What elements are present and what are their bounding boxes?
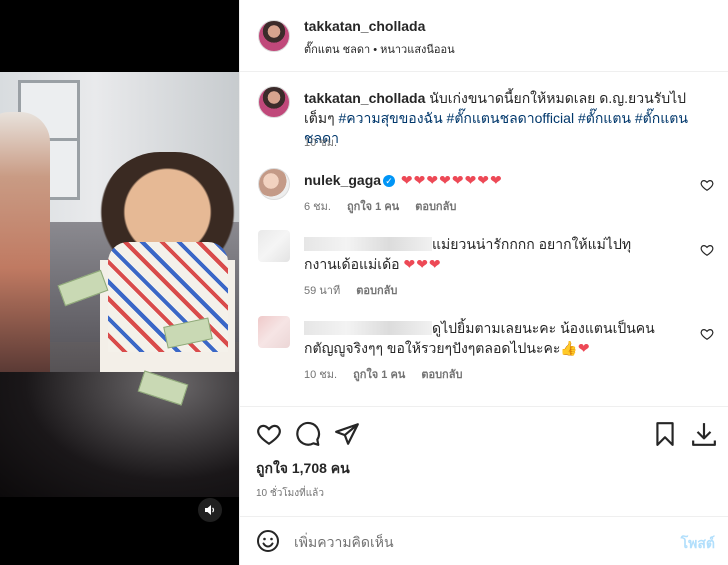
comment-meta: 6 ชม. ถูกใจ 1 คน ตอบกลับ [304, 197, 456, 215]
like-icon[interactable] [256, 421, 282, 447]
share-icon[interactable] [334, 421, 360, 447]
post-header: takkatan_chollada ตั๊กแตน ชลดา • หนาวแสง… [240, 0, 728, 72]
comment-text: แม่ยวนน่ารักกกก อยากให้แม่ไปทุกงานเด้อแม… [304, 234, 684, 274]
caption-avatar[interactable] [258, 86, 290, 118]
download-icon[interactable] [691, 421, 717, 447]
comment-hearts: ❤ [577, 340, 591, 356]
likes-count[interactable]: ถูกใจ 1,708 คน [256, 458, 350, 480]
commenter-username-blurred [304, 237, 432, 251]
post-comment-button[interactable]: โพสต์ [681, 533, 715, 555]
comment-icon[interactable] [295, 421, 321, 447]
caption-text: takkatan_chollada นับเก่งขนาดนี้ยกให้หมด… [304, 88, 704, 148]
caption-username[interactable]: takkatan_chollada [304, 90, 425, 106]
heart-outline-icon[interactable] [700, 243, 714, 257]
commenter-avatar[interactable] [258, 168, 290, 200]
comment-input[interactable] [294, 531, 664, 553]
comment-hearts: ❤❤❤ [403, 256, 442, 272]
emoji-icon[interactable] [256, 529, 280, 553]
comment-likes[interactable]: ถูกใจ 1 คน [347, 197, 399, 215]
author-username[interactable]: takkatan_chollada [304, 18, 425, 34]
add-comment-bar: โพสต์ [240, 516, 728, 565]
comment-meta: 59 นาที ตอบกลับ [304, 281, 397, 299]
comment-meta: 10 ชม. ถูกใจ 1 คน ตอบกลับ [304, 365, 462, 383]
comment-text: nulek_gaga ✓ ❤❤❤❤❤❤❤❤ [304, 170, 684, 190]
heart-outline-icon[interactable] [700, 178, 714, 192]
reply-button[interactable]: ตอบกลับ [356, 281, 397, 299]
author-avatar[interactable] [258, 20, 290, 52]
heart-outline-icon[interactable] [700, 327, 714, 341]
post-video[interactable] [0, 72, 239, 497]
commenter-avatar-blurred [258, 316, 290, 348]
comment-time: 59 นาที [304, 285, 341, 297]
commenter-username[interactable]: nulek_gaga [304, 172, 381, 188]
commenter-username-blurred [304, 321, 432, 335]
commenter-avatar-blurred [258, 230, 290, 262]
comment-text: ดูไปยิ้มตามเลยนะคะ น้องแตนเป็นคนกตัญญูจร… [304, 318, 684, 358]
caption-hashtags[interactable]: #ความสุขของฉัน #ตั๊กแตนชลดาofficial #ตั๊… [304, 110, 688, 146]
action-bar [240, 406, 728, 458]
video-scene-table [0, 372, 239, 497]
caption-time: 10 ชม. [304, 137, 338, 149]
comment-body: ❤❤❤❤❤❤❤❤ [400, 172, 503, 188]
audio-subtitle[interactable]: ตั๊กแตน ชลดา • หนาวแสงนีออน [304, 40, 455, 58]
video-scene-elder [0, 112, 50, 372]
reply-button[interactable]: ตอบกลับ [421, 365, 462, 383]
comment-time: 10 ชม. [304, 369, 338, 381]
comment-likes[interactable]: ถูกใจ 1 คน [353, 365, 405, 383]
speaker-icon [205, 505, 215, 515]
verified-badge-icon: ✓ [383, 175, 396, 187]
media-pane [0, 0, 239, 565]
post-timestamp: 10 ชั่วโมงที่แล้ว [256, 488, 324, 499]
save-bookmark-icon[interactable] [652, 421, 678, 447]
reply-button[interactable]: ตอบกลับ [415, 197, 456, 215]
mute-button[interactable] [198, 498, 222, 522]
comment-time: 6 ชม. [304, 201, 331, 213]
post-details: takkatan_chollada ตั๊กแตน ชลดา • หนาวแสง… [239, 0, 728, 565]
